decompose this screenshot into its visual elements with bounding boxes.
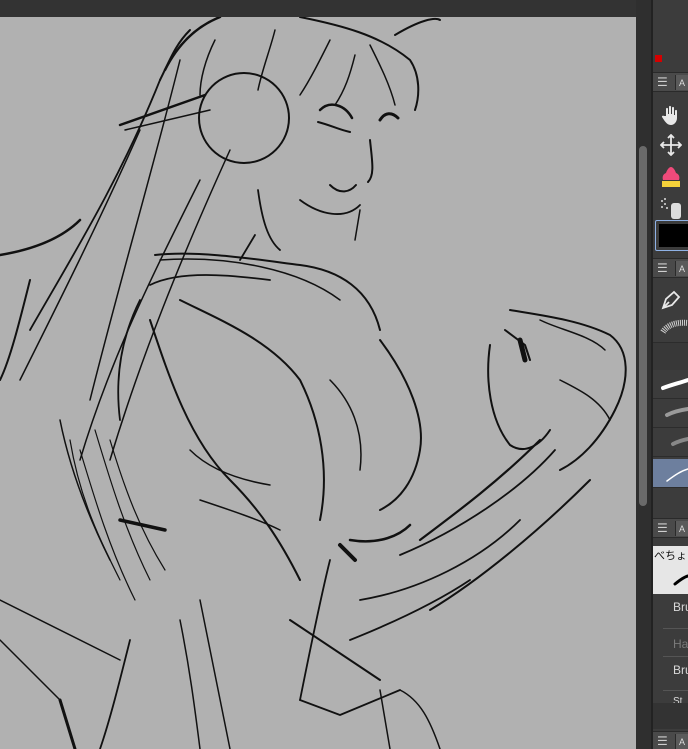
property-divider <box>663 656 688 657</box>
hand-icon <box>661 105 677 125</box>
move-icon <box>659 134 682 156</box>
tool-property-header[interactable]: ☰ A <box>653 518 688 538</box>
red-indicator <box>655 55 662 62</box>
palette-menu-icon[interactable]: ☰ <box>657 74 668 90</box>
palette-tab[interactable]: A <box>675 261 688 276</box>
side-panel: ☰ A ☰ A ☰ A べちょ Br Ha Br St ☰ A <box>653 0 688 749</box>
toolbox-palette-header[interactable]: ☰ A <box>653 72 688 92</box>
main-color-swatch-frame[interactable] <box>655 220 688 251</box>
airbrush-icon <box>660 198 681 219</box>
drawing-canvas[interactable] <box>0 17 636 749</box>
palette-tab[interactable]: A <box>675 521 688 536</box>
airbrush-tool[interactable] <box>653 193 688 223</box>
pen-icon <box>661 290 680 310</box>
brush-stroke-2[interactable] <box>653 343 688 372</box>
brush-stroke-5[interactable] <box>653 428 688 457</box>
palette-menu-icon[interactable]: ☰ <box>657 520 668 536</box>
stroke-icon <box>671 437 688 446</box>
subtool-empty-area <box>653 488 688 518</box>
brush-preview[interactable]: べちょ <box>653 546 688 594</box>
move-tool[interactable] <box>653 130 688 160</box>
palette-menu-icon[interactable]: ☰ <box>657 733 668 749</box>
main-color-swatch[interactable] <box>659 224 688 247</box>
fill-icon <box>661 167 680 187</box>
canvas-top-bar <box>0 0 636 17</box>
brush-stroke-1[interactable] <box>653 314 688 343</box>
stroke-icon <box>666 468 688 482</box>
brush-preview-stroke-icon <box>673 574 688 586</box>
property-divider <box>663 628 688 629</box>
property-bottom-area <box>653 703 688 729</box>
stroke-icon <box>665 407 688 417</box>
palette-tab[interactable]: A <box>675 75 688 90</box>
property-label-hardness: Ha <box>673 637 688 651</box>
panel-header-area <box>653 0 688 70</box>
property-label-brush-size: Bru <box>673 600 688 614</box>
property-divider <box>663 690 688 691</box>
stroke-icon <box>661 378 688 390</box>
brush-stroke-selected[interactable] <box>653 459 688 488</box>
texture-stroke-icon <box>660 319 688 334</box>
property-label-brush-density: Bru <box>673 663 688 677</box>
pen-subtool[interactable] <box>653 285 688 315</box>
layer-palette-header[interactable]: ☰ A <box>653 731 688 749</box>
fill-tool[interactable] <box>653 163 688 193</box>
palette-tab[interactable]: A <box>675 734 688 749</box>
vertical-scrollbar[interactable] <box>636 0 651 749</box>
sketch-artwork <box>0 17 627 749</box>
subtool-palette-header[interactable]: ☰ A <box>653 258 688 278</box>
brush-stroke-3[interactable] <box>653 370 688 399</box>
brush-stroke-4[interactable] <box>653 399 688 428</box>
palette-menu-icon[interactable]: ☰ <box>657 260 668 276</box>
scrollbar-thumb[interactable] <box>639 146 647 506</box>
hand-tool[interactable] <box>653 100 688 130</box>
